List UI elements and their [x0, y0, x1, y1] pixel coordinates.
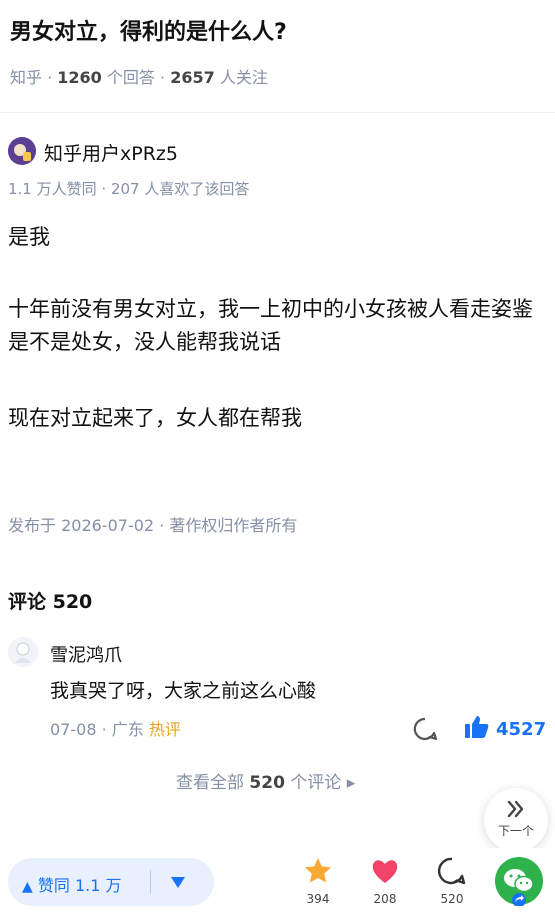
author-name[interactable]: 知乎用户xPRz5 — [44, 139, 178, 166]
next-answer-label: 下一个 — [497, 824, 534, 838]
view-all-prefix: 查看全部 — [176, 773, 244, 793]
star-icon — [305, 858, 331, 883]
comment-date: 07-08 — [50, 720, 97, 739]
view-all-comments-link[interactable]: 查看全部 520 个评论 ▸ — [176, 768, 355, 793]
disagree-button[interactable] — [168, 872, 188, 896]
wechat-icon — [495, 857, 543, 907]
answers-label: 个回答 — [106, 68, 155, 87]
divider — [0, 112, 555, 113]
next-answer-button[interactable]: 下一个 — [484, 788, 548, 852]
comments-title: 评论 520 — [8, 591, 93, 613]
like-button[interactable]: 208 — [360, 856, 410, 906]
agree-label-wrap[interactable]: ▲ 赞同 1.1 万 — [22, 872, 122, 896]
author-avatar[interactable] — [8, 137, 36, 165]
comment-like-button[interactable]: 4527 — [464, 714, 546, 744]
comment-like-count: 4527 — [496, 718, 547, 740]
question-meta: 知乎 · 1260 个回答 · 2657 人关注 — [10, 68, 268, 87]
thumbs-up-icon — [464, 714, 490, 744]
comment-meta: 07-08 · 广东 热评 — [50, 720, 181, 739]
double-chevron-icon — [505, 798, 527, 824]
comment-count: 520 — [440, 892, 464, 906]
triangle-up-icon: ▲ — [22, 879, 33, 895]
answer-paragraph: 十年前没有男女对立，我一上初中的小女孩被人看走姿鉴是不是处女，没人能帮我说话 — [8, 297, 533, 354]
publish-info: 发布于 2026-07-02 · 著作权归作者所有 — [8, 516, 298, 535]
favorite-count: 394 — [306, 892, 330, 906]
heart-icon — [372, 860, 398, 883]
agree-label: 赞同 1.1 万 — [37, 876, 122, 895]
followers-label: 人关注 — [219, 68, 268, 87]
answers-count: 1260 — [57, 68, 102, 87]
answer-paragraph: 现在对立起来了，女人都在帮我 — [8, 406, 302, 430]
share-wechat-button[interactable] — [494, 856, 544, 907]
comment-text: 我真哭了呀，大家之前这么心酸 — [50, 680, 317, 702]
commenter-name[interactable]: 雪泥鸿爪 — [50, 641, 122, 667]
comment-bubble-icon — [437, 857, 466, 885]
source-label: 知乎 — [10, 68, 43, 87]
like-count: 208 — [373, 892, 397, 906]
answer-paragraph: 是我 — [8, 225, 50, 249]
answer-votes: 1.1 万人赞同 · 207 人喜欢了该回答 — [8, 180, 250, 198]
agree-divider — [150, 870, 151, 894]
question-title[interactable]: 男女对立，得利的是什么人? — [10, 14, 287, 46]
commenter-avatar[interactable] — [8, 637, 38, 667]
followers-count: 2657 — [170, 68, 215, 87]
comment-button[interactable]: 520 — [427, 856, 477, 906]
reply-icon[interactable] — [412, 716, 438, 746]
view-all-count: 520 — [249, 773, 285, 793]
view-all-suffix: 个评论 ▸ — [290, 773, 356, 793]
hot-comment-badge: 热评 — [148, 720, 181, 739]
favorite-button[interactable]: 394 — [293, 856, 343, 906]
comment-location: 广东 — [111, 720, 144, 739]
